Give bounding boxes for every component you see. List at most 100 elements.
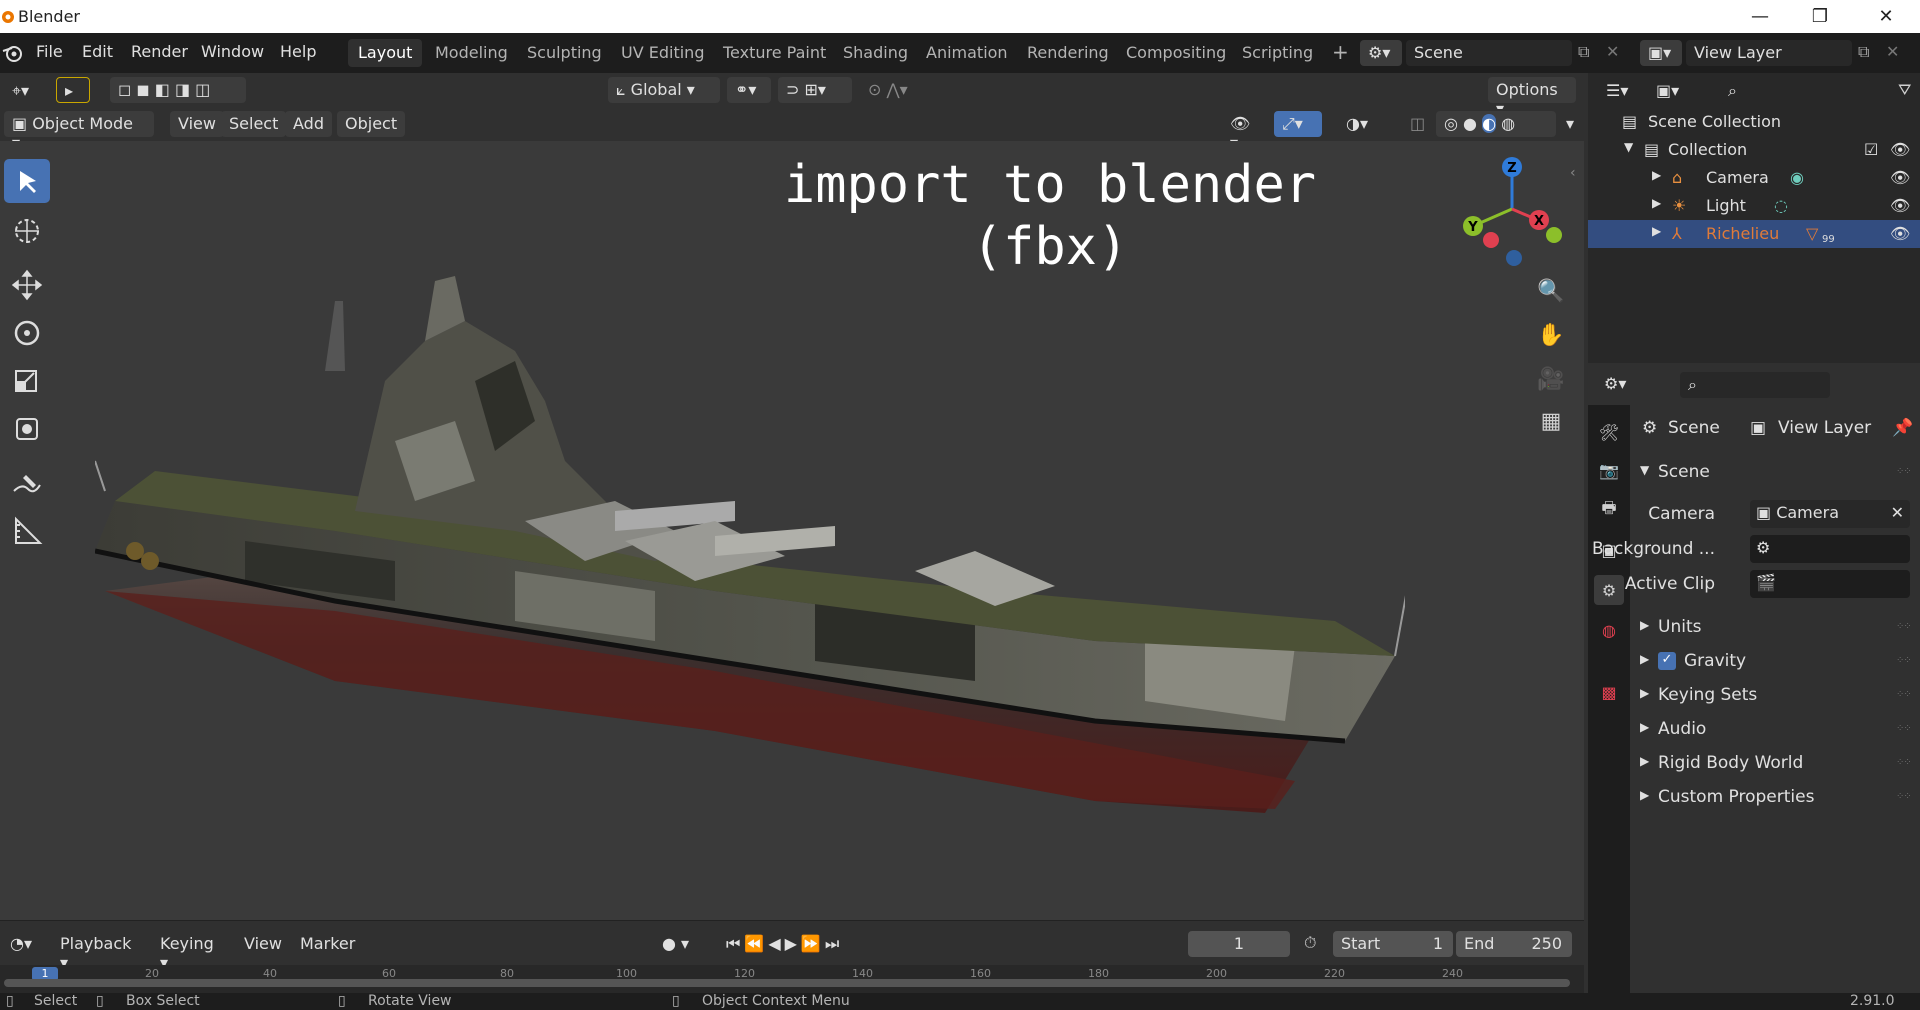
tab-shading[interactable]: Shading [833, 39, 918, 67]
expand-arrow-icon[interactable]: ▶ [1640, 686, 1649, 700]
tab-world-icon[interactable]: ◍ [1594, 615, 1624, 645]
expand-arrow-icon[interactable]: ▶ [1640, 788, 1649, 802]
editor-type-icon[interactable]: ⌖▾ [4, 78, 46, 104]
playback-controls[interactable]: ⏮⏪◀▶⏩⏭ [718, 931, 886, 957]
timeline-ruler[interactable]: 1 20 40 60 80 100 120 140 160 180 200 22… [0, 965, 1584, 993]
rotate-tool-icon[interactable] [4, 311, 50, 355]
outliner-editor-icon[interactable]: ☰▾ [1598, 78, 1640, 104]
panel-header-custom-properties[interactable]: ▶ Custom Properties ⁘⁘ [1630, 783, 1920, 813]
menu-help[interactable]: Help [280, 42, 316, 61]
filter-icon[interactable]: ⛛ [1898, 80, 1911, 100]
menu-keying[interactable]: Keying ▾ [152, 931, 232, 972]
snap-icon[interactable]: ⊃ ⊞▾ [778, 77, 852, 103]
view-layer-browse-icon[interactable]: ▣▾ [1640, 40, 1682, 66]
richelieu-ship-model[interactable] [95, 261, 1405, 821]
zoom-icon[interactable]: 🔍 [1531, 271, 1571, 311]
eye-icon[interactable]: 👁 [1890, 168, 1910, 187]
menu-select[interactable]: Select [221, 111, 287, 137]
eye-icon[interactable]: 👁 [1890, 224, 1910, 243]
panel-header-audio[interactable]: ▶ Audio ⁘⁘ [1630, 715, 1920, 745]
tab-texture-icon[interactable]: ▩ [1594, 677, 1624, 707]
properties-editor-icon[interactable]: ⚙▾ [1596, 371, 1638, 397]
close-window-button[interactable]: ✕ [1858, 2, 1914, 30]
menu-render[interactable]: Render [131, 42, 188, 61]
scene-field[interactable]: Scene [1406, 40, 1572, 66]
timeline-menu-view[interactable]: View [236, 931, 290, 957]
perspective-grid-icon[interactable]: ▦ [1531, 401, 1571, 441]
minimize-button[interactable]: — [1732, 2, 1788, 30]
outliner-row-scene-collection[interactable]: ▤ Scene Collection [1588, 108, 1920, 136]
expand-arrow-icon[interactable]: ▶ [1640, 720, 1649, 734]
tab-texture-paint[interactable]: Texture Paint [713, 39, 836, 67]
menu-edit[interactable]: Edit [82, 42, 113, 61]
navigation-gizmo[interactable]: Z Y X [1450, 157, 1580, 267]
cursor-tool-icon[interactable] [4, 209, 50, 253]
new-view-layer-icon[interactable]: ⧉ [1858, 42, 1869, 62]
expand-arrow-icon[interactable]: ▶ [1652, 196, 1661, 210]
delete-view-layer-icon[interactable]: ✕ [1886, 42, 1899, 61]
overlays-icon[interactable]: ◑▾ [1338, 111, 1386, 137]
proportional-editing-icon[interactable]: ⊙ ⋀▾ [860, 77, 932, 103]
measure-tool-icon[interactable] [4, 509, 50, 553]
drag-handle-icon[interactable]: ⁘⁘ [1896, 655, 1912, 666]
camera-view-icon[interactable]: 🎥 [1531, 359, 1571, 399]
camera-property-field[interactable]: ▣ Camera ✕ [1750, 500, 1910, 528]
outliner-row-light[interactable]: ▶ ☀ Light ◌ 👁 [1588, 192, 1920, 220]
expand-arrow-icon[interactable]: ▶ [1652, 224, 1661, 238]
timeline-editor-icon[interactable]: ◔▾ [2, 931, 42, 957]
start-frame-field[interactable]: Start 1 [1333, 931, 1453, 957]
drag-handle-icon[interactable]: ⁘⁘ [1896, 466, 1912, 477]
tab-modeling[interactable]: Modeling [425, 39, 518, 67]
gizmo-toggle-icon[interactable]: ⤢▾ [1274, 111, 1322, 137]
mesh-data-icon[interactable]: ▽ [1806, 224, 1818, 243]
tab-tool-icon[interactable]: 🛠 [1594, 417, 1624, 447]
tab-compositing[interactable]: Compositing [1116, 39, 1236, 67]
shading-mode-icons[interactable]: ◎ ● ◐ ◍ [1436, 111, 1556, 137]
drag-handle-icon[interactable]: ⁘⁘ [1896, 723, 1912, 734]
tab-layout[interactable]: Layout [348, 39, 423, 67]
select-tool-icon[interactable]: ▸ [56, 77, 90, 103]
display-mode-icon[interactable]: ▣▾ [1648, 78, 1690, 104]
menu-playback[interactable]: Playback ▾ [52, 931, 148, 972]
visibility-icon[interactable]: 👁▾ [1222, 111, 1264, 152]
new-scene-icon[interactable]: ⧉ [1578, 42, 1589, 62]
scene-browse-icon[interactable]: ⚙▾ [1360, 40, 1402, 66]
collapse-arrow-icon[interactable]: ▼ [1624, 140, 1633, 154]
sidebar-toggle-icon[interactable]: ‹ [1570, 165, 1576, 181]
maximize-button[interactable]: ❐ [1792, 2, 1848, 30]
clear-camera-icon[interactable]: ✕ [1891, 503, 1904, 522]
add-workspace-button[interactable]: + [1322, 36, 1359, 64]
move-tool-icon[interactable] [4, 263, 50, 307]
eye-icon[interactable]: 👁 [1890, 140, 1910, 159]
tab-sculpting[interactable]: Sculpting [517, 39, 612, 67]
blender-menu-icon[interactable] [2, 43, 24, 63]
tab-animation[interactable]: Animation [916, 39, 1018, 67]
tab-rendering[interactable]: Rendering [1017, 39, 1119, 67]
drag-handle-icon[interactable]: ⁘⁘ [1896, 757, 1912, 768]
selection-mode-icons[interactable]: ◻ ◼ ◧ ◨ ◫ [110, 77, 246, 103]
select-box-tool-icon[interactable] [4, 159, 50, 203]
gravity-checkbox[interactable]: ✓ [1658, 652, 1676, 670]
drag-handle-icon[interactable]: ⁘⁘ [1896, 791, 1912, 802]
panel-header-keying-sets[interactable]: ▶ Keying Sets ⁘⁘ [1630, 681, 1920, 711]
expand-arrow-icon[interactable]: ▶ [1640, 618, 1649, 632]
options-menu[interactable]: Options ▾ [1488, 77, 1576, 118]
tab-scene-icon[interactable]: ⚙ [1594, 575, 1624, 605]
pan-hand-icon[interactable]: ✋ [1531, 315, 1571, 355]
panel-header-units[interactable]: ▶ Units ⁘⁘ [1630, 613, 1920, 643]
expand-arrow-icon[interactable]: ▶ [1652, 168, 1661, 182]
shading-options-icon[interactable]: ▾ [1558, 111, 1580, 137]
current-frame-field[interactable]: 1 [1188, 931, 1290, 957]
transform-tool-icon[interactable] [4, 407, 50, 451]
tab-uv-editing[interactable]: UV Editing [611, 39, 714, 67]
menu-window[interactable]: Window [201, 42, 264, 61]
background-property-field[interactable]: ⚙ [1750, 535, 1910, 563]
gizmo-neg-x[interactable] [1483, 232, 1499, 248]
mode-select[interactable]: ▣ Object Mode ▾ [4, 111, 154, 152]
camera-data-icon[interactable]: ◉ [1790, 168, 1804, 187]
xray-icon[interactable]: ◫ [1402, 111, 1432, 137]
pivot-point-icon[interactable]: ⚭▾ [727, 77, 771, 103]
expand-arrow-icon[interactable]: ▶ [1640, 652, 1649, 666]
gizmo-neg-z[interactable] [1506, 250, 1522, 266]
transform-orientation-select[interactable]: ⟀ Global ▾ [608, 77, 720, 103]
